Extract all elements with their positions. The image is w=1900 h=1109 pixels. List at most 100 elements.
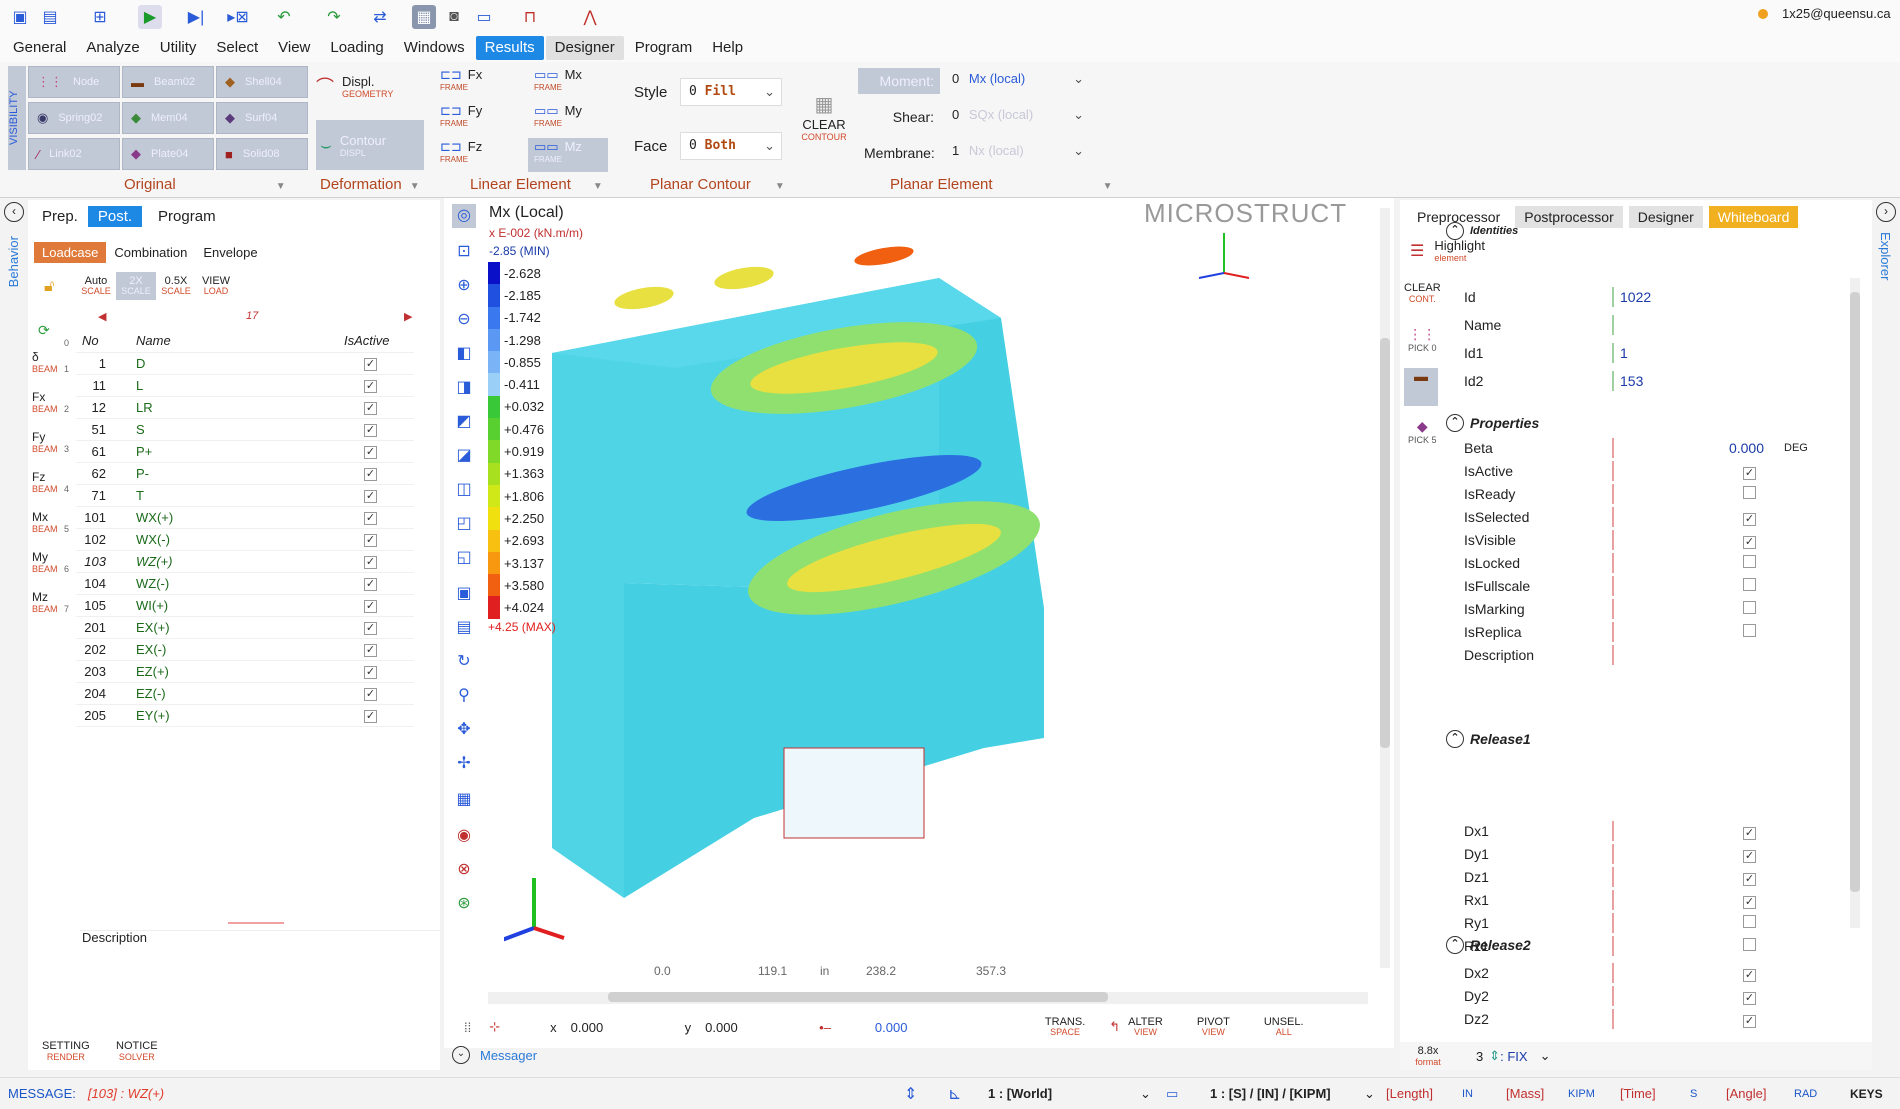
zoom-in-icon[interactable]: ⊕	[452, 274, 476, 298]
table-row[interactable]: 102 WX(-) ✓	[76, 528, 414, 551]
fix-mode[interactable]: : FIX	[1500, 1049, 1527, 1064]
style-dropdown[interactable]: 0 Fill ⌄	[680, 78, 782, 106]
pick-plate-button[interactable]: ◆ PICK 5	[1408, 418, 1437, 445]
fz-frame-button[interactable]: ⊏⊐ Fz FRAME	[440, 140, 504, 170]
table-row[interactable]: 205 EY(+) ✓	[76, 704, 414, 727]
orbit-icon[interactable]: ✢	[452, 752, 476, 776]
isreplica-checkbox[interactable]	[1743, 624, 1756, 637]
frame-icon[interactable]: ⊓	[518, 5, 542, 29]
coordinate-axes-icon[interactable]: ⊾	[948, 1084, 961, 1104]
view-right-icon[interactable]: ◫	[452, 478, 476, 502]
isselected-checkbox[interactable]: ✓	[1743, 512, 1756, 526]
table-row[interactable]: 103 WZ(+) ✓	[76, 550, 414, 573]
chevron-down-icon[interactable]: ⌄	[1540, 1048, 1551, 1064]
view-left-icon[interactable]: ◪	[452, 444, 476, 468]
isactive-checkbox[interactable]: ✓	[364, 600, 377, 613]
side-item-delta[interactable]: δ BEAM 1	[32, 350, 69, 390]
shear-dropdown[interactable]: 0 SQx (local) ⌄	[944, 102, 1090, 130]
tab-whiteboard[interactable]: Whiteboard	[1708, 206, 1799, 228]
undo-icon[interactable]: ↶	[272, 5, 296, 29]
isfullscale-checkbox[interactable]	[1743, 578, 1756, 591]
menu-windows[interactable]: Windows	[395, 36, 474, 60]
my-frame-button[interactable]: ▭▭ My FRAME	[534, 104, 598, 134]
tab-designer[interactable]: Designer	[1628, 206, 1703, 228]
dz2-checkbox[interactable]: ✓	[1743, 1014, 1756, 1028]
table-row[interactable]: 202 EX(-) ✓	[76, 638, 414, 661]
vertical-arrows-icon[interactable]: ⇕	[904, 1084, 917, 1104]
table-row[interactable]: 11 L ✓	[76, 374, 414, 397]
isactive-checkbox[interactable]: ✓	[364, 402, 377, 415]
surf04-button[interactable]: ◆ Surf04	[216, 102, 308, 134]
isactive-checkbox[interactable]: ✓	[364, 534, 377, 547]
collapse-right-icon[interactable]: ›	[1876, 202, 1896, 222]
displ-geometry-button[interactable]: ⌒ Displ. GEOMETRY	[316, 66, 424, 106]
vertical-scrollbar[interactable]	[1380, 208, 1390, 968]
dots-icon[interactable]: ⁞⁞	[464, 1020, 471, 1035]
auto-scale-button[interactable]: Auto SCALE	[76, 276, 116, 297]
2x-scale-button[interactable]: 2X SCALE	[116, 272, 156, 300]
table-row[interactable]: 201 EX(+) ✓	[76, 616, 414, 639]
section-properties[interactable]: ⌃ Properties	[1446, 414, 1539, 432]
view-grid-icon[interactable]: ▤	[452, 616, 476, 640]
beam02-button[interactable]: ▬ Beam02	[122, 66, 214, 98]
dy1-checkbox[interactable]: ✓	[1743, 849, 1756, 863]
prev-page-icon[interactable]: ◀	[98, 310, 106, 323]
ry1-checkbox[interactable]	[1743, 915, 1756, 928]
islocked-checkbox[interactable]	[1743, 555, 1756, 568]
menu-utility[interactable]: Utility	[151, 36, 206, 60]
isactive-checkbox[interactable]: ✓	[364, 424, 377, 437]
contour-displ-button[interactable]: ⌣ Contour DISPL	[316, 120, 424, 170]
isactive-checkbox[interactable]: ✓	[364, 688, 377, 701]
spring02-button[interactable]: ◉ Spring02	[28, 102, 120, 134]
view-front-icon[interactable]: ◨	[452, 376, 476, 400]
target-icon[interactable]: ◉	[452, 824, 476, 848]
shell04-button[interactable]: ◆ Shell04	[216, 66, 308, 98]
isvisible-checkbox[interactable]: ✓	[1743, 535, 1756, 549]
stepper-icon[interactable]: ⇕	[1489, 1048, 1500, 1064]
side-item-fy[interactable]: Fy BEAM 3	[32, 430, 69, 470]
table-row[interactable]: 204 EZ(-) ✓	[76, 682, 414, 705]
menu-program[interactable]: Program	[626, 36, 702, 60]
isactive-checkbox[interactable]: ✓	[1743, 466, 1756, 480]
chevron-down-icon[interactable]: ⌄	[1140, 1086, 1151, 1102]
step-icon[interactable]: ▶|	[184, 5, 208, 29]
tab-prep[interactable]: Prep.	[32, 206, 88, 227]
select-icon[interactable]: ◎	[452, 204, 476, 228]
moment-dropdown[interactable]: 0 Mx (local) ⌄	[944, 66, 1090, 94]
id2-value[interactable]: 153	[1614, 373, 1643, 389]
user-account[interactable]: 1x25@queensu.ca	[1758, 6, 1891, 21]
menu-analyze[interactable]: Analyze	[77, 36, 148, 60]
view-iso-icon[interactable]: ◧	[452, 342, 476, 366]
collapse-left-icon[interactable]: ‹	[4, 202, 24, 222]
table-row[interactable]: 101 WX(+) ✓	[76, 506, 414, 529]
table-row[interactable]: 105 WI(+) ✓	[76, 594, 414, 617]
length-unit[interactable]: IN	[1462, 1088, 1473, 1100]
side-item-my[interactable]: My BEAM 6	[32, 550, 69, 590]
measure-icon[interactable]: •–	[819, 1020, 831, 1035]
keys-button[interactable]: KEYS	[1850, 1087, 1883, 1101]
header-no[interactable]: No	[76, 330, 128, 353]
notice-solver-button[interactable]: NOTICE SOLVER	[116, 1040, 158, 1062]
globe-icon[interactable]: ⊛	[452, 892, 476, 916]
side-item-mz[interactable]: Mz BEAM 7	[32, 590, 69, 630]
face-dropdown[interactable]: 0 Both ⌄	[680, 132, 782, 160]
x-field[interactable]: 0.000	[571, 1020, 671, 1035]
view-bottom-icon[interactable]: ◱	[452, 546, 476, 570]
fy-frame-button[interactable]: ⊏⊐ Fy FRAME	[440, 104, 504, 134]
isactive-checkbox[interactable]: ✓	[364, 666, 377, 679]
section-release2[interactable]: ⌃ Release2	[1446, 936, 1531, 954]
zoom-window-icon[interactable]: ⊡	[452, 240, 476, 264]
mass-unit[interactable]: KIPM	[1568, 1088, 1595, 1100]
table-row[interactable]: 104 WZ(-) ✓	[76, 572, 414, 595]
run-icon[interactable]: ▶	[138, 5, 162, 29]
plate04-button[interactable]: ◆ Plate04	[122, 138, 214, 170]
table-row[interactable]: 203 EZ(+) ✓	[76, 660, 414, 683]
isactive-checkbox[interactable]: ✓	[364, 512, 377, 525]
dx2-checkbox[interactable]: ✓	[1743, 968, 1756, 982]
id1-value[interactable]: 1	[1614, 345, 1628, 361]
rz1-checkbox[interactable]	[1743, 938, 1756, 951]
behavior-side-tab[interactable]: Behavior	[6, 236, 21, 287]
swap-icon[interactable]: ⇄	[368, 5, 392, 29]
viewport[interactable]: ◎ ⊡ ⊕ ⊖ ◧ ◨ ◩ ◪ ◫ ◰ ◱ ▣ ▤ ↻ ⚲ ✥ ✢ ▦ ◉ ⊗ …	[444, 198, 1394, 1048]
refresh-icon[interactable]: ⟳	[38, 322, 50, 339]
